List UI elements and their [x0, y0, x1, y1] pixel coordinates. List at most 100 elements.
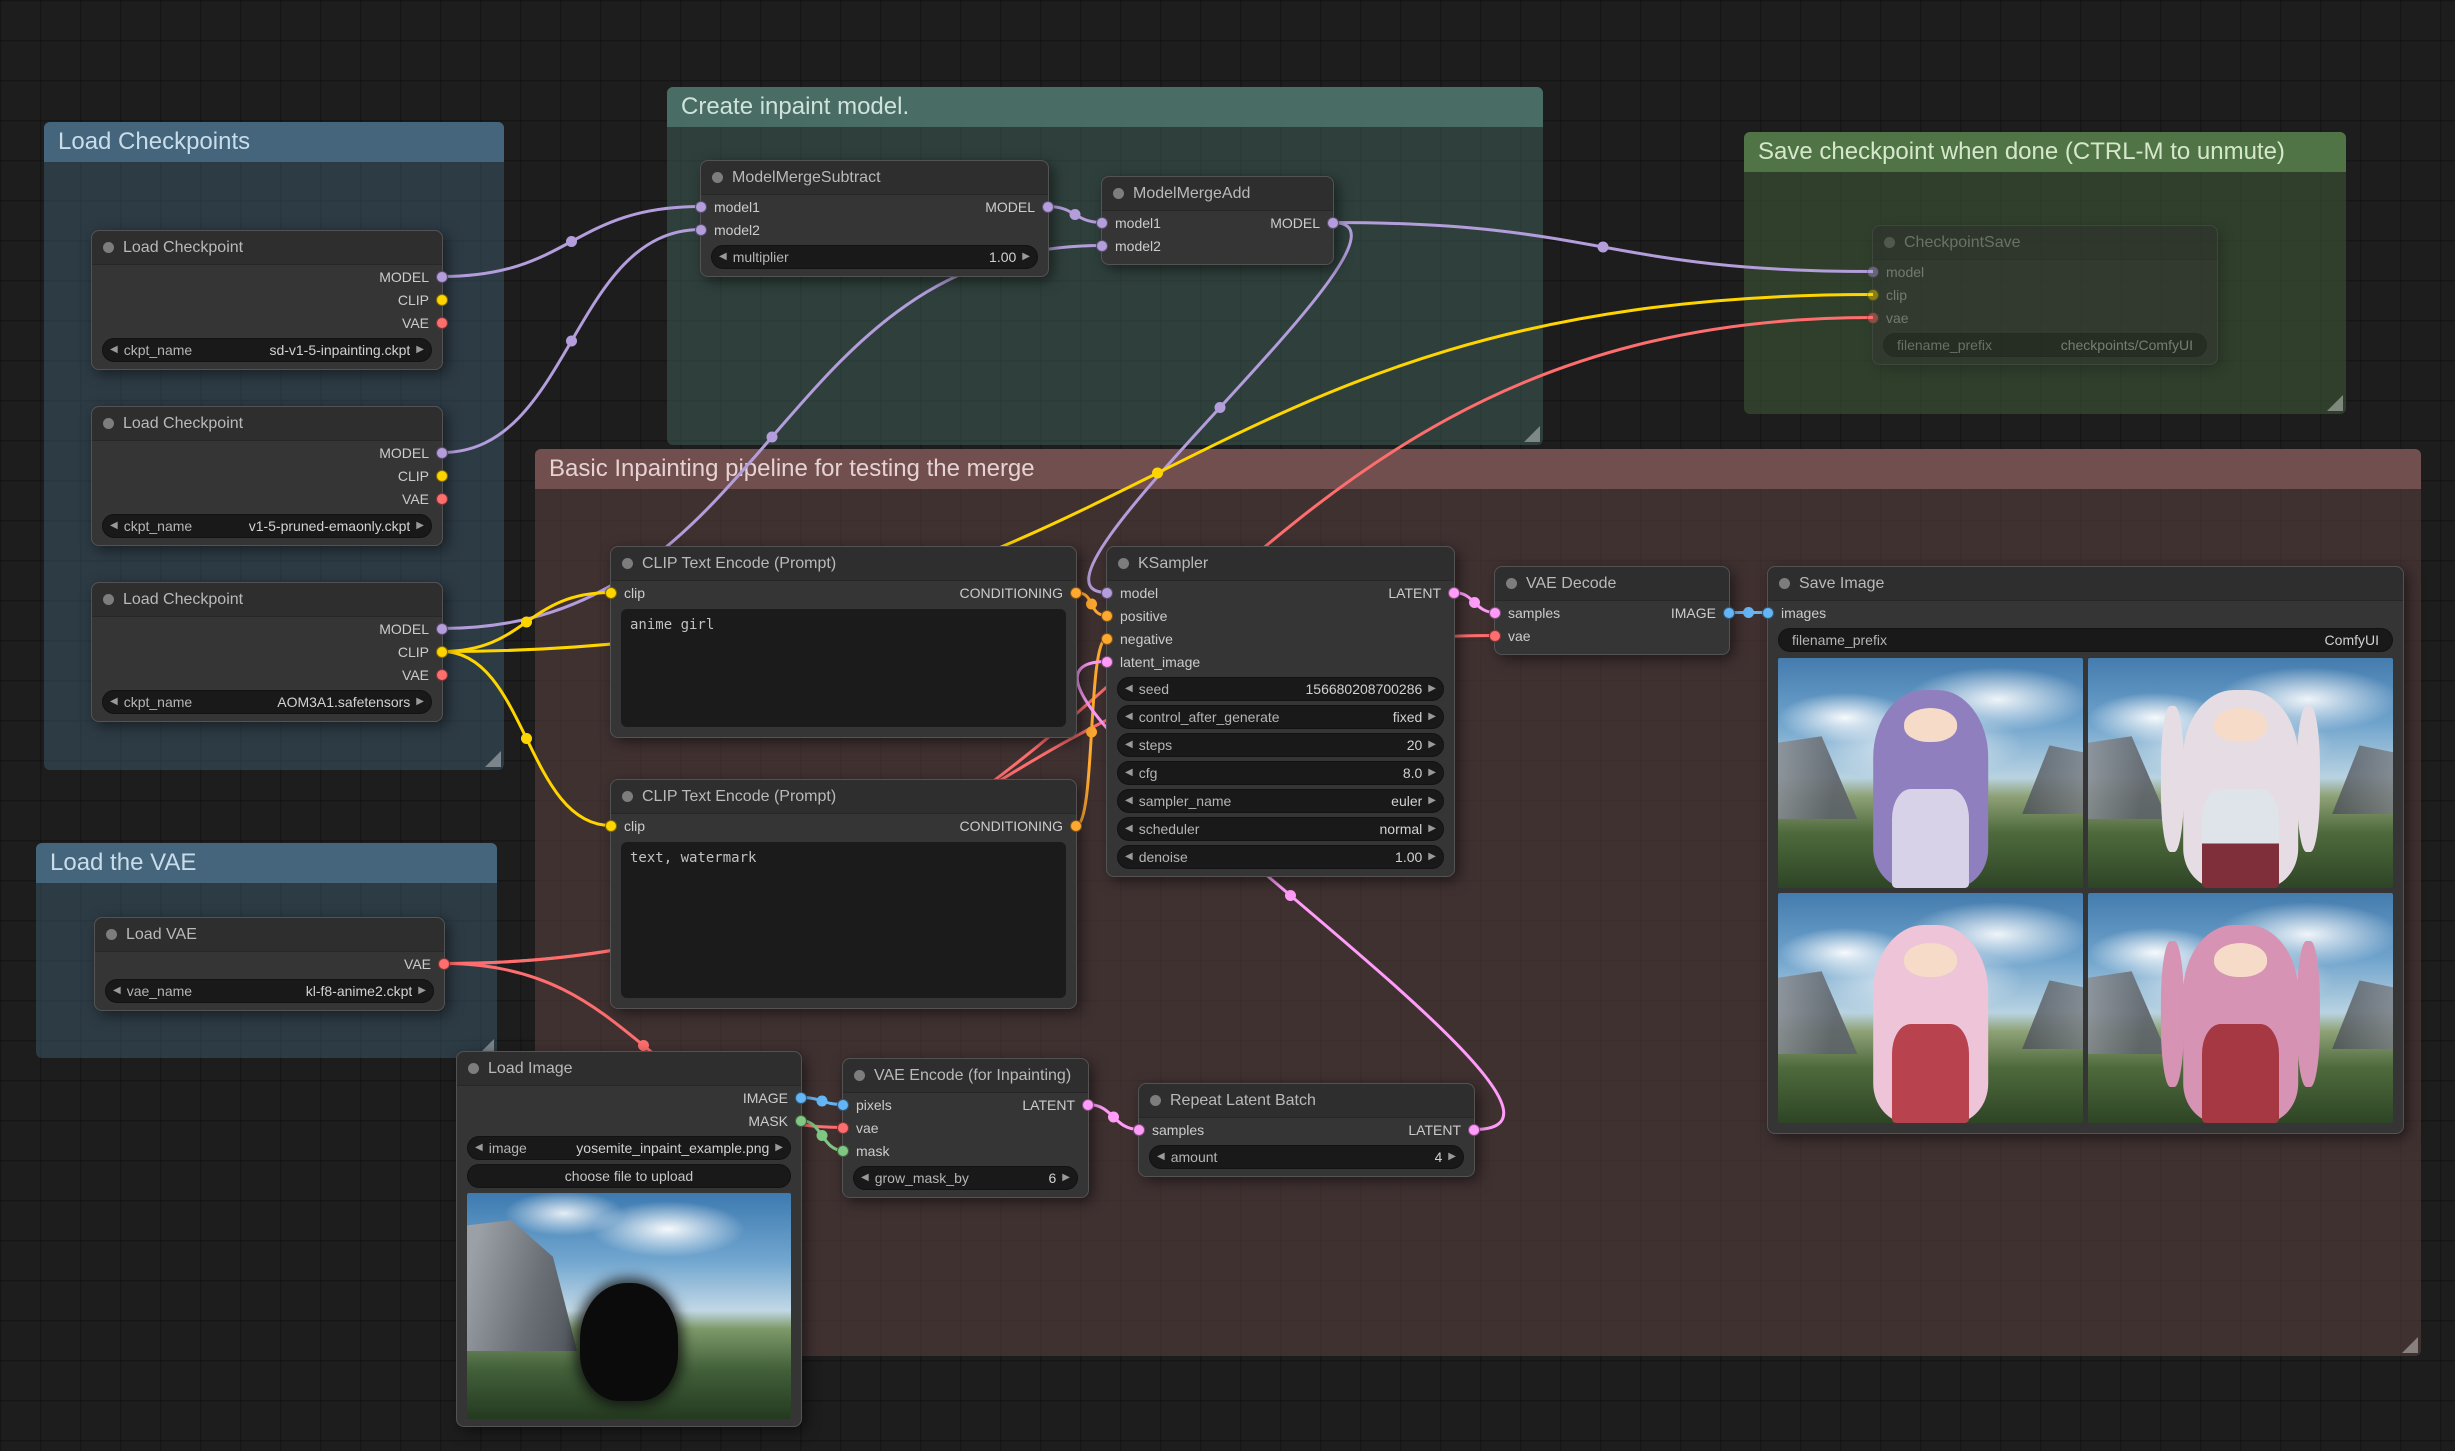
node-model-merge-add[interactable]: ModelMergeAdd model1 MODEL model2 [1101, 176, 1334, 265]
input-dot-clip[interactable] [605, 587, 617, 599]
widget-scheduler[interactable]: ◀ scheduler normal ▶ [1117, 817, 1444, 841]
output-dot-vae[interactable] [438, 958, 450, 970]
arrow-right-icon[interactable]: ▶ [416, 697, 424, 707]
arrow-right-icon[interactable]: ▶ [416, 345, 424, 355]
collapse-dot-icon[interactable] [622, 791, 633, 802]
output-dot-vae[interactable] [436, 669, 448, 681]
generated-image-4[interactable] [2088, 893, 2393, 1123]
widget-cfg[interactable]: ◀ cfg 8.0 ▶ [1117, 761, 1444, 785]
collapse-dot-icon[interactable] [1118, 558, 1129, 569]
arrow-left-icon[interactable]: ◀ [1125, 824, 1133, 834]
node-titlebar[interactable]: CheckpointSave [1873, 226, 2217, 260]
arrow-left-icon[interactable]: ◀ [110, 345, 118, 355]
arrow-right-icon[interactable]: ▶ [418, 986, 426, 996]
group-header[interactable]: Load the VAE [36, 843, 497, 883]
output-dot-conditioning[interactable] [1070, 820, 1082, 832]
node-checkpoint-save[interactable]: CheckpointSave model clip vae filename_p… [1872, 225, 2218, 365]
widget-denoise[interactable]: ◀ denoise 1.00 ▶ [1117, 845, 1444, 869]
output-dot-vae[interactable] [436, 317, 448, 329]
output-dot-conditioning[interactable] [1070, 587, 1082, 599]
node-repeat-latent-batch[interactable]: Repeat Latent Batch samples LATENT ◀ amo… [1138, 1083, 1475, 1177]
input-dot-latent[interactable] [1489, 607, 1501, 619]
node-titlebar[interactable]: VAE Encode (for Inpainting) [843, 1059, 1088, 1093]
prompt-textarea[interactable]: text, watermark [621, 842, 1066, 998]
node-vae-decode[interactable]: VAE Decode samples IMAGE vae [1494, 566, 1730, 655]
group-header[interactable]: Create inpaint model. [667, 87, 1543, 127]
group-resize-handle[interactable] [1524, 426, 1540, 442]
collapse-dot-icon[interactable] [1884, 237, 1895, 248]
arrow-left-icon[interactable]: ◀ [1125, 796, 1133, 806]
collapse-dot-icon[interactable] [103, 594, 114, 605]
output-dot-latent[interactable] [1448, 587, 1460, 599]
output-dot-model[interactable] [436, 623, 448, 635]
node-load-vae[interactable]: Load VAE VAE ◀ vae_name kl-f8-anime2.ckp… [94, 917, 445, 1011]
output-dot-clip[interactable] [436, 646, 448, 658]
group-resize-handle[interactable] [485, 751, 501, 767]
output-dot-model[interactable] [1042, 201, 1054, 213]
collapse-dot-icon[interactable] [103, 242, 114, 253]
group-resize-handle[interactable] [2327, 395, 2343, 411]
input-dot-conditioning[interactable] [1101, 633, 1113, 645]
arrow-right-icon[interactable]: ▶ [1428, 824, 1436, 834]
arrow-left-icon[interactable]: ◀ [861, 1173, 869, 1183]
image-preview[interactable] [467, 1193, 791, 1419]
output-dot-model[interactable] [1327, 217, 1339, 229]
arrow-left-icon[interactable]: ◀ [475, 1143, 483, 1153]
node-titlebar[interactable]: Save Image [1768, 567, 2403, 601]
arrow-right-icon[interactable]: ▶ [775, 1143, 783, 1153]
input-dot-clip[interactable] [605, 820, 617, 832]
input-dot-image[interactable] [837, 1099, 849, 1111]
input-dot-latent[interactable] [1133, 1124, 1145, 1136]
arrow-right-icon[interactable]: ▶ [1428, 852, 1436, 862]
arrow-left-icon[interactable]: ◀ [1125, 712, 1133, 722]
prompt-textarea[interactable]: anime girl [621, 609, 1066, 727]
arrow-left-icon[interactable]: ◀ [1125, 768, 1133, 778]
collapse-dot-icon[interactable] [622, 558, 633, 569]
collapse-dot-icon[interactable] [854, 1070, 865, 1081]
node-load-image[interactable]: Load Image IMAGE MASK ◀ image yosemite_i… [456, 1051, 802, 1427]
arrow-right-icon[interactable]: ▶ [1428, 768, 1436, 778]
node-titlebar[interactable]: Load Checkpoint [92, 407, 442, 441]
output-dot-latent[interactable] [1468, 1124, 1480, 1136]
widget-filename-prefix[interactable]: filename_prefix ComfyUI [1778, 628, 2393, 652]
arrow-left-icon[interactable]: ◀ [1125, 740, 1133, 750]
node-titlebar[interactable]: Load Image [457, 1052, 801, 1086]
collapse-dot-icon[interactable] [106, 929, 117, 940]
output-dot-model[interactable] [436, 271, 448, 283]
collapse-dot-icon[interactable] [712, 172, 723, 183]
input-dot-model[interactable] [695, 224, 707, 236]
node-vae-encode-inpainting[interactable]: VAE Encode (for Inpainting) pixels LATEN… [842, 1058, 1089, 1198]
output-dot-model[interactable] [436, 447, 448, 459]
collapse-dot-icon[interactable] [1779, 578, 1790, 589]
widget-ckpt-name[interactable]: ◀ ckpt_name v1-5-pruned-emaonly.ckpt ▶ [102, 514, 432, 538]
collapse-dot-icon[interactable] [1113, 188, 1124, 199]
group-header[interactable]: Basic Inpainting pipeline for testing th… [535, 449, 2421, 489]
arrow-right-icon[interactable]: ▶ [1022, 252, 1030, 262]
widget-grow-mask-by[interactable]: ◀ grow_mask_by 6 ▶ [853, 1166, 1078, 1190]
input-dot-model[interactable] [695, 201, 707, 213]
input-dot-model[interactable] [1101, 587, 1113, 599]
output-dot-image[interactable] [795, 1092, 807, 1104]
arrow-left-icon[interactable]: ◀ [113, 986, 121, 996]
arrow-right-icon[interactable]: ▶ [1428, 712, 1436, 722]
group-resize-handle[interactable] [2402, 1337, 2418, 1353]
node-titlebar[interactable]: ModelMergeSubtract [701, 161, 1048, 195]
generated-image-2[interactable] [2088, 658, 2393, 888]
group-header[interactable]: Load Checkpoints [44, 122, 504, 162]
input-dot-vae[interactable] [837, 1122, 849, 1134]
input-dot-mask[interactable] [837, 1145, 849, 1157]
group-header[interactable]: Save checkpoint when done (CTRL-M to unm… [1744, 132, 2346, 172]
node-clip-text-encode-positive[interactable]: CLIP Text Encode (Prompt) clip CONDITION… [610, 546, 1077, 738]
arrow-left-icon[interactable]: ◀ [1125, 852, 1133, 862]
widget-multiplier[interactable]: ◀ multiplier 1.00 ▶ [711, 245, 1038, 269]
widget-image[interactable]: ◀ image yosemite_inpaint_example.png ▶ [467, 1136, 791, 1160]
node-titlebar[interactable]: Load Checkpoint [92, 231, 442, 265]
arrow-left-icon[interactable]: ◀ [110, 697, 118, 707]
widget-ckpt-name[interactable]: ◀ ckpt_name sd-v1-5-inpainting.ckpt ▶ [102, 338, 432, 362]
collapse-dot-icon[interactable] [103, 418, 114, 429]
node-load-checkpoint-1[interactable]: Load Checkpoint MODEL CLIP VAE ◀ ckpt_na… [91, 230, 443, 370]
widget-steps[interactable]: ◀ steps 20 ▶ [1117, 733, 1444, 757]
node-titlebar[interactable]: Repeat Latent Batch [1139, 1084, 1474, 1118]
output-dot-clip[interactable] [436, 294, 448, 306]
widget-filename-prefix[interactable]: filename_prefix checkpoints/ComfyUI [1883, 333, 2207, 357]
